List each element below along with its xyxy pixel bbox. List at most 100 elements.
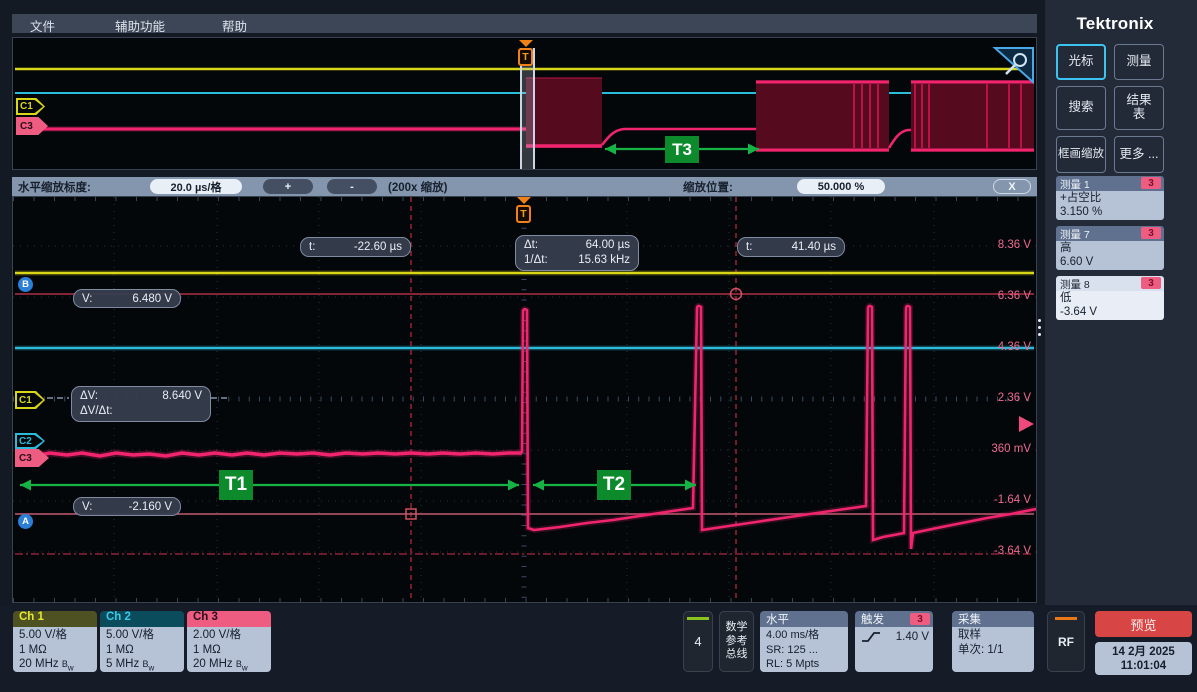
horizontal-record-length: RL: 5 Mpts — [766, 657, 848, 672]
delta-t-label: Δt: — [524, 238, 538, 253]
menu-bar: 文件 辅助功能 帮助 — [12, 14, 1037, 33]
cursor-b-voltage-label: V: — [82, 293, 92, 305]
acquisition-single: 单次: 1/1 — [958, 643, 1034, 658]
ch2-bandwidth: 5 MHz Bw — [106, 657, 184, 672]
ch1-badge-title: Ch 1 — [13, 611, 97, 627]
measurement-badge-1[interactable]: 测量 1 3 +占空比 3.150 % — [1056, 176, 1164, 220]
scale-label-0: 8.36 V — [998, 239, 1031, 251]
menu-file[interactable]: 文件 — [30, 16, 55, 35]
measurement-8-name: 低 — [1060, 291, 1164, 305]
zoom-close-button[interactable]: X — [993, 179, 1031, 194]
trigger-source-badge: 3 — [910, 613, 930, 625]
waveform-overview: T C1 C3 T3 — [12, 37, 1037, 170]
cursor-a-time-value: -22.60 µs — [354, 241, 402, 253]
ch3-impedance: 1 MΩ — [193, 643, 271, 658]
cursor-a-time-readout[interactable]: t: -22.60 µs — [300, 237, 411, 257]
measurement-badge-8[interactable]: 测量 8 3 低 -3.64 V — [1056, 276, 1164, 320]
search-button[interactable]: 搜索 — [1056, 86, 1106, 130]
ch2-settings-badge[interactable]: Ch 2 5.00 V/格 1 MΩ 5 MHz Bw — [100, 611, 184, 672]
zoom-out-button[interactable]: - — [327, 179, 377, 194]
measurement-7-value: 6.60 V — [1060, 255, 1164, 269]
rf-badge-label: RF — [1058, 635, 1074, 649]
cursor-b-time-readout[interactable]: t: 41.40 µs — [737, 237, 845, 257]
horizontal-badge-title: 水平 — [760, 611, 848, 627]
main-trigger-marker[interactable]: T — [516, 205, 531, 223]
bus-label: 总线 — [726, 648, 748, 662]
horizontal-settings-badge[interactable]: 水平 4.00 ms/格 SR: 125 ... RL: 5 Mpts — [760, 611, 848, 672]
cursor-a-marker[interactable]: A — [18, 514, 33, 529]
waveform-main-view: T t: -22.60 µs Δt: 64.00 µs 1/Δt: 15.63 … — [12, 196, 1037, 603]
trigger-settings-badge[interactable]: 触发 3 1.40 V — [855, 611, 933, 672]
zoom-position-label: 缩放位置: — [683, 179, 733, 195]
annotation-t1-label[interactable]: T1 — [219, 470, 253, 500]
measurement-1-title: 测量 1 — [1060, 179, 1090, 191]
delta-t-readout[interactable]: Δt: 64.00 µs 1/Δt: 15.63 kHz — [515, 235, 639, 271]
delta-v-value: 8.640 V — [162, 389, 202, 404]
ch4-settings-badge[interactable]: 4 — [683, 611, 713, 672]
datetime-display[interactable]: 14 2月 2025 11:01:04 — [1095, 642, 1192, 675]
bottom-settings-bar: Ch 1 5.00 V/格 1 MΩ 20 MHz Bw Ch 2 5.00 V… — [0, 605, 1197, 692]
zoom-window[interactable] — [520, 48, 535, 169]
annotation-t3-label[interactable]: T3 — [665, 136, 699, 163]
rf-badge[interactable]: RF — [1047, 611, 1085, 672]
measurement-badge-7[interactable]: 测量 7 3 高 6.60 V — [1056, 226, 1164, 270]
acquisition-badge-title: 采集 — [952, 611, 1034, 627]
annotation-t2-label[interactable]: T2 — [597, 470, 631, 500]
results-table-button[interactable]: 结果表 — [1114, 86, 1164, 130]
ch3-bandwidth: 20 MHz Bw — [193, 657, 271, 672]
measurement-7-name: 高 — [1060, 241, 1164, 255]
menu-help[interactable]: 帮助 — [222, 16, 247, 35]
zoom-scale-label: 水平缩放标度: — [18, 179, 91, 195]
trigger-level-value: 1.40 V — [896, 630, 933, 645]
main-trigger-arrow-icon[interactable] — [517, 197, 531, 204]
zoom-in-button[interactable]: + — [263, 179, 313, 194]
scale-label-3: 2.36 V — [998, 392, 1031, 404]
cursors-button[interactable]: 光标 — [1056, 44, 1106, 80]
trigger-badge-title: 触发 — [861, 614, 884, 626]
acquisition-settings-badge[interactable]: 采集 取样 单次: 1/1 — [952, 611, 1034, 672]
delta-v-readout[interactable]: ΔV: 8.640 V ΔV/Δt: — [71, 386, 211, 422]
delta-v-label: ΔV: — [80, 389, 98, 404]
draw-box-zoom-button[interactable]: 框画缩放 — [1056, 136, 1106, 173]
cursor-b-voltage-readout[interactable]: V: 6.480 V — [73, 289, 181, 308]
cursor-b-voltage-value: 6.480 V — [132, 293, 172, 305]
ch1-settings-badge[interactable]: Ch 1 5.00 V/格 1 MΩ 20 MHz Bw — [13, 611, 97, 672]
measurement-8-value: -3.64 V — [1060, 305, 1164, 319]
delta-v-dt-label: ΔV/Δt: — [80, 404, 113, 419]
ch3-settings-badge[interactable]: Ch 3 2.00 V/格 1 MΩ 20 MHz Bw — [187, 611, 271, 672]
cursor-b-time-value: 41.40 µs — [792, 241, 836, 253]
zoom-scale-value[interactable]: 20.0 µs/格 — [150, 179, 242, 194]
measure-button[interactable]: 测量 — [1114, 44, 1164, 80]
panel-drag-handle[interactable] — [1038, 319, 1041, 336]
trigger-position-arrow-icon[interactable] — [519, 40, 533, 47]
cursor-a-voltage-label: V: — [82, 501, 92, 513]
rising-edge-icon — [861, 630, 881, 644]
time-value: 11:01:04 — [1121, 659, 1166, 673]
right-sidebar: Tektronix 光标 测量 搜索 结果表 框画缩放 更多 ... 测量 1 … — [1045, 0, 1197, 605]
zoom-position-value[interactable]: 50.000 % — [797, 179, 885, 194]
measurement-8-title: 测量 8 — [1060, 279, 1090, 291]
horizontal-scale: 4.00 ms/格 — [766, 628, 848, 643]
ch4-badge-label: 4 — [694, 634, 701, 649]
cursor-b-marker[interactable]: B — [18, 277, 33, 292]
scale-label-6: -3.64 V — [994, 545, 1031, 557]
inv-delta-t-label: 1/Δt: — [524, 253, 548, 268]
ch2-badge-title: Ch 2 — [100, 611, 184, 627]
preview-button[interactable]: 预览 — [1095, 611, 1192, 637]
menu-utility[interactable]: 辅助功能 — [115, 16, 165, 35]
measurement-1-name: +占空比 — [1060, 191, 1164, 205]
measurement-7-source-badge: 3 — [1141, 227, 1161, 239]
ch2-scale: 5.00 V/格 — [106, 628, 184, 643]
cursor-b-time-label: t: — [746, 241, 752, 253]
ref-label: 参考 — [726, 635, 748, 649]
scale-label-1: 6.36 V — [998, 290, 1031, 302]
trigger-marker[interactable]: T — [518, 48, 533, 66]
trigger-badge-header: 触发 3 — [855, 611, 933, 627]
more-button[interactable]: 更多 ... — [1114, 136, 1164, 173]
math-ref-bus-button[interactable]: 数学 参考 总线 — [719, 611, 754, 672]
ch1-impedance: 1 MΩ — [19, 643, 97, 658]
acquisition-mode: 取样 — [958, 628, 1034, 643]
cursor-a-voltage-readout[interactable]: V: -2.160 V — [73, 497, 181, 516]
ch1-scale: 5.00 V/格 — [19, 628, 97, 643]
math-label: 数学 — [726, 621, 748, 635]
